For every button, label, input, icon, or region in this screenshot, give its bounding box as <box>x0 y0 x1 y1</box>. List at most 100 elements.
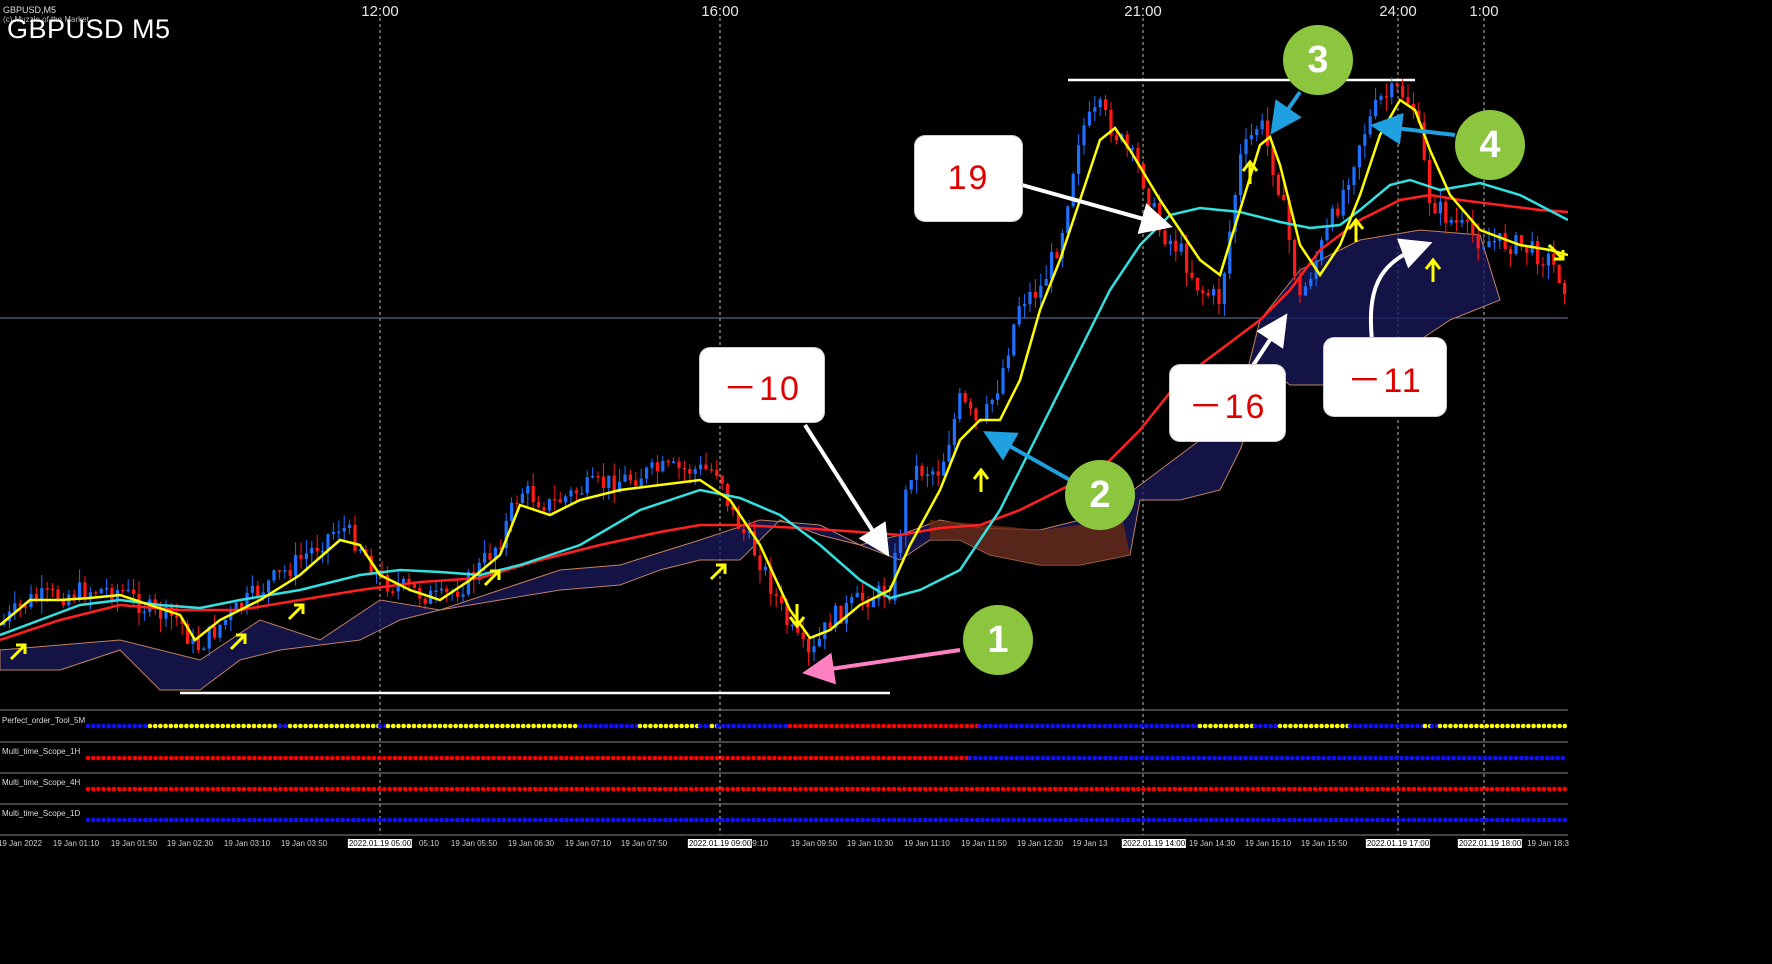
indicator-dot <box>917 755 923 761</box>
candle-body <box>461 594 465 597</box>
indicator-dot <box>1175 755 1181 761</box>
time-label-2400: 24:00 <box>1379 3 1417 20</box>
indicator-dot <box>642 817 647 823</box>
indicator-dot <box>262 786 268 792</box>
indicator-dot <box>127 755 132 761</box>
indicator-dot <box>642 786 647 792</box>
indicator-dot <box>96 786 101 792</box>
indicator-dot <box>449 755 455 761</box>
indicator-dot <box>496 786 502 792</box>
indicator-dot <box>1047 817 1053 823</box>
indicator-dot <box>340 817 346 823</box>
indicator-dot <box>137 817 143 823</box>
indicator-dot <box>647 755 652 761</box>
indicator-dot <box>1206 755 1212 761</box>
indicator-dot <box>416 723 422 729</box>
indicator-dot <box>538 817 543 823</box>
indicator-dot <box>1234 786 1240 792</box>
indicator-dot <box>829 755 834 761</box>
indicator-dot <box>766 755 772 761</box>
indicator-dot <box>579 755 585 761</box>
candle-body <box>672 461 676 463</box>
candle-body <box>909 479 913 490</box>
indicator-dot <box>569 755 574 761</box>
indicator-dot <box>777 786 782 792</box>
indicator-dot <box>1378 755 1384 761</box>
indicator-dot <box>541 723 547 729</box>
indicator-dot <box>636 817 642 823</box>
indicator-dot <box>1458 817 1464 823</box>
indicator-dot <box>1437 786 1443 792</box>
arrow-callout-19 <box>1021 183 1173 234</box>
indicator-dot <box>1102 723 1108 729</box>
candle-body <box>963 392 967 403</box>
indicator-dot <box>428 817 434 823</box>
indicator-dot <box>220 817 226 823</box>
arrow-to-entry-3 <box>1270 90 1302 135</box>
indicator-dot <box>1384 723 1389 729</box>
indicator-dot <box>553 755 559 761</box>
indicator-dot <box>558 786 564 792</box>
indicator-dot <box>252 817 257 823</box>
indicator-dot <box>1094 817 1100 823</box>
candle-body <box>331 531 335 535</box>
indicator-dot <box>1338 786 1344 792</box>
indicator-dot <box>1136 817 1141 823</box>
price-chart[interactable] <box>0 0 1568 853</box>
indicator-dot <box>168 723 174 729</box>
indicator-dot <box>954 723 959 729</box>
indicator-dot <box>860 723 866 729</box>
indicator-dot <box>106 723 112 729</box>
indicator-dot <box>709 786 715 792</box>
indicator-dot <box>564 786 569 792</box>
indicator-dot <box>1011 817 1016 823</box>
indicator-dot <box>834 817 840 823</box>
candle-body <box>942 461 946 476</box>
indicator-dot <box>314 786 320 792</box>
indicator-dot <box>1071 755 1077 761</box>
indicator-dot <box>501 755 507 761</box>
indicator-dot <box>252 786 257 792</box>
indicator-dot <box>1342 755 1347 761</box>
indicator-dot <box>688 786 694 792</box>
date-axis-label-text: 19 Jan 01:10 <box>52 839 100 848</box>
indicator-dot <box>137 786 143 792</box>
indicator-dot <box>356 755 361 761</box>
indicator-dot <box>673 755 678 761</box>
candle-body <box>1406 96 1410 104</box>
indicator-dot <box>1520 786 1526 792</box>
indicator-dot <box>876 786 881 792</box>
indicator-dot <box>1562 723 1568 729</box>
indicator-dot <box>844 817 850 823</box>
indicator-dot <box>500 723 505 729</box>
indicator-dot <box>1123 755 1129 761</box>
indicator-dot <box>376 817 382 823</box>
indicator-dot <box>475 817 481 823</box>
indicator-dot <box>1066 723 1071 729</box>
candle-body <box>24 606 28 608</box>
candle-body <box>763 566 767 571</box>
indicator-dot <box>184 817 190 823</box>
indicator-dot <box>964 817 970 823</box>
date-axis-label: 19 Jan 15:10 <box>1245 839 1291 848</box>
indicator-dot <box>361 817 366 823</box>
indicator-dot <box>1359 817 1365 823</box>
indicator-dot <box>491 755 496 761</box>
indicator-dot <box>1149 723 1154 729</box>
indicator-dot <box>392 755 398 761</box>
candle-body <box>132 589 136 595</box>
indicator-dot <box>751 817 756 823</box>
indicator-dot <box>1006 786 1011 792</box>
indicator-dot <box>1244 723 1250 729</box>
indicator-dot <box>463 723 469 729</box>
indicator-dot <box>314 817 320 823</box>
indicator-dot <box>626 817 632 823</box>
indicator-dot <box>1534 755 1540 761</box>
indicator-dot <box>1218 723 1224 729</box>
indicator-dot <box>184 755 190 761</box>
indicator-dot <box>1293 723 1298 729</box>
indicator-dot <box>1482 755 1488 761</box>
indicator-dot <box>210 755 216 761</box>
indicator-dot <box>293 755 299 761</box>
indicator-dot <box>163 786 169 792</box>
